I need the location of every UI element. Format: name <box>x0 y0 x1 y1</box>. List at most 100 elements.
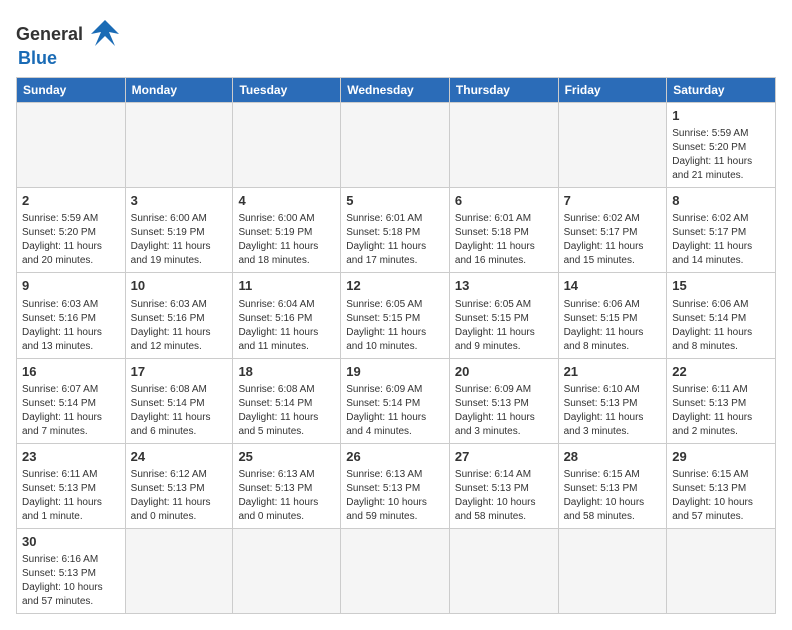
calendar-cell: 10 Sunrise: 6:03 AMSunset: 5:16 PMDayligh… <box>125 273 233 358</box>
calendar-cell <box>449 528 558 613</box>
weekday-header-wednesday: Wednesday <box>341 78 450 103</box>
calendar-body: 1 Sunrise: 5:59 AMSunset: 5:20 PMDaylight… <box>17 103 776 614</box>
day-number: 11 <box>238 277 335 295</box>
weekday-header-sunday: Sunday <box>17 78 126 103</box>
calendar-cell: 16 Sunrise: 6:07 AMSunset: 5:14 PMDayligh… <box>17 358 126 443</box>
calendar-cell <box>558 528 667 613</box>
day-number: 8 <box>672 192 770 210</box>
day-number: 15 <box>672 277 770 295</box>
day-number: 27 <box>455 448 553 466</box>
calendar-cell <box>341 103 450 188</box>
day-number: 5 <box>346 192 444 210</box>
day-info: Sunrise: 6:14 AMSunset: 5:13 PMDaylight:… <box>455 468 553 524</box>
day-info: Sunrise: 6:03 AMSunset: 5:16 PMDaylight:… <box>22 298 120 354</box>
day-info: Sunrise: 6:05 AMSunset: 5:15 PMDaylight:… <box>346 298 444 354</box>
day-info: Sunrise: 6:08 AMSunset: 5:14 PMDaylight:… <box>238 383 335 439</box>
day-info: Sunrise: 5:59 AMSunset: 5:20 PMDaylight:… <box>672 127 770 183</box>
day-number: 25 <box>238 448 335 466</box>
weekday-header-tuesday: Tuesday <box>233 78 341 103</box>
day-info: Sunrise: 6:03 AMSunset: 5:16 PMDaylight:… <box>131 298 228 354</box>
day-info: Sunrise: 6:09 AMSunset: 5:13 PMDaylight:… <box>455 383 553 439</box>
calendar-cell: 4 Sunrise: 6:00 AMSunset: 5:19 PMDaylight… <box>233 188 341 273</box>
day-info: Sunrise: 6:01 AMSunset: 5:18 PMDaylight:… <box>346 212 444 268</box>
calendar-cell: 9 Sunrise: 6:03 AMSunset: 5:16 PMDaylight… <box>17 273 126 358</box>
calendar-cell: 30 Sunrise: 6:16 AMSunset: 5:13 PMDayligh… <box>17 528 126 613</box>
calendar-cell: 6 Sunrise: 6:01 AMSunset: 5:18 PMDaylight… <box>449 188 558 273</box>
day-info: Sunrise: 5:59 AMSunset: 5:20 PMDaylight:… <box>22 212 120 268</box>
week-row-2: 2 Sunrise: 5:59 AMSunset: 5:20 PMDaylight… <box>17 188 776 273</box>
calendar-cell: 28Sunrise: 6:15 AMSunset: 5:13 PMDayligh… <box>558 443 667 528</box>
calendar-cell: 25 Sunrise: 6:13 AMSunset: 5:13 PMDayligh… <box>233 443 341 528</box>
day-number: 12 <box>346 277 444 295</box>
calendar-cell: 11 Sunrise: 6:04 AMSunset: 5:16 PMDayligh… <box>233 273 341 358</box>
calendar-cell <box>667 528 776 613</box>
calendar-cell <box>449 103 558 188</box>
calendar-cell: 19Sunrise: 6:09 AMSunset: 5:14 PMDayligh… <box>341 358 450 443</box>
logo-bird-icon <box>87 16 123 52</box>
day-info: Sunrise: 6:16 AMSunset: 5:13 PMDaylight:… <box>22 553 120 609</box>
calendar-cell: 20Sunrise: 6:09 AMSunset: 5:13 PMDayligh… <box>449 358 558 443</box>
weekday-header-row: SundayMondayTuesdayWednesdayThursdayFrid… <box>17 78 776 103</box>
day-info: Sunrise: 6:07 AMSunset: 5:14 PMDaylight:… <box>22 383 120 439</box>
day-number: 29 <box>672 448 770 466</box>
calendar-cell: 23 Sunrise: 6:11 AMSunset: 5:13 PMDayligh… <box>17 443 126 528</box>
day-info: Sunrise: 6:09 AMSunset: 5:14 PMDaylight:… <box>346 383 444 439</box>
day-number: 6 <box>455 192 553 210</box>
week-row-4: 16 Sunrise: 6:07 AMSunset: 5:14 PMDayligh… <box>17 358 776 443</box>
day-info: Sunrise: 6:04 AMSunset: 5:16 PMDaylight:… <box>238 298 335 354</box>
day-number: 16 <box>22 363 120 381</box>
weekday-header-saturday: Saturday <box>667 78 776 103</box>
day-number: 13 <box>455 277 553 295</box>
day-number: 18 <box>238 363 335 381</box>
week-row-1: 1 Sunrise: 5:59 AMSunset: 5:20 PMDaylight… <box>17 103 776 188</box>
day-number: 10 <box>131 277 228 295</box>
calendar-cell <box>125 103 233 188</box>
day-number: 4 <box>238 192 335 210</box>
day-info: Sunrise: 6:05 AMSunset: 5:15 PMDaylight:… <box>455 298 553 354</box>
calendar-cell <box>558 103 667 188</box>
calendar-cell: 14Sunrise: 6:06 AMSunset: 5:15 PMDayligh… <box>558 273 667 358</box>
week-row-3: 9 Sunrise: 6:03 AMSunset: 5:16 PMDaylight… <box>17 273 776 358</box>
week-row-5: 23 Sunrise: 6:11 AMSunset: 5:13 PMDayligh… <box>17 443 776 528</box>
day-number: 17 <box>131 363 228 381</box>
day-number: 30 <box>22 533 120 551</box>
calendar-cell: 18 Sunrise: 6:08 AMSunset: 5:14 PMDayligh… <box>233 358 341 443</box>
calendar-cell: 8 Sunrise: 6:02 AMSunset: 5:17 PMDaylight… <box>667 188 776 273</box>
day-info: Sunrise: 6:13 AMSunset: 5:13 PMDaylight:… <box>238 468 335 524</box>
calendar-cell: 13 Sunrise: 6:05 AMSunset: 5:15 PMDayligh… <box>449 273 558 358</box>
day-number: 7 <box>564 192 662 210</box>
day-number: 24 <box>131 448 228 466</box>
day-number: 9 <box>22 277 120 295</box>
day-info: Sunrise: 6:02 AMSunset: 5:17 PMDaylight:… <box>672 212 770 268</box>
calendar-cell <box>341 528 450 613</box>
calendar-header: SundayMondayTuesdayWednesdayThursdayFrid… <box>17 78 776 103</box>
logo-wordmark: General <box>16 24 83 45</box>
day-info: Sunrise: 6:10 AMSunset: 5:13 PMDaylight:… <box>564 383 662 439</box>
calendar-cell: 27 Sunrise: 6:14 AMSunset: 5:13 PMDayligh… <box>449 443 558 528</box>
calendar-cell: 12 Sunrise: 6:05 AMSunset: 5:15 PMDayligh… <box>341 273 450 358</box>
week-row-6: 30 Sunrise: 6:16 AMSunset: 5:13 PMDayligh… <box>17 528 776 613</box>
logo-text-block: General Blue <box>16 16 123 69</box>
day-info: Sunrise: 6:01 AMSunset: 5:18 PMDaylight:… <box>455 212 553 268</box>
day-number: 21 <box>564 363 662 381</box>
weekday-header-thursday: Thursday <box>449 78 558 103</box>
day-number: 3 <box>131 192 228 210</box>
day-number: 2 <box>22 192 120 210</box>
calendar-cell: 7Sunrise: 6:02 AMSunset: 5:17 PMDaylight… <box>558 188 667 273</box>
day-info: Sunrise: 6:13 AMSunset: 5:13 PMDaylight:… <box>346 468 444 524</box>
calendar-cell: 29 Sunrise: 6:15 AMSunset: 5:13 PMDayligh… <box>667 443 776 528</box>
calendar-cell <box>125 528 233 613</box>
day-info: Sunrise: 6:11 AMSunset: 5:13 PMDaylight:… <box>22 468 120 524</box>
logo: General Blue <box>16 16 123 69</box>
weekday-header-monday: Monday <box>125 78 233 103</box>
day-number: 23 <box>22 448 120 466</box>
day-info: Sunrise: 6:15 AMSunset: 5:13 PMDaylight:… <box>672 468 770 524</box>
calendar-cell: 22Sunrise: 6:11 AMSunset: 5:13 PMDayligh… <box>667 358 776 443</box>
day-number: 1 <box>672 107 770 125</box>
calendar-cell: 1 Sunrise: 5:59 AMSunset: 5:20 PMDaylight… <box>667 103 776 188</box>
day-info: Sunrise: 6:08 AMSunset: 5:14 PMDaylight:… <box>131 383 228 439</box>
day-info: Sunrise: 6:15 AMSunset: 5:13 PMDaylight:… <box>564 468 662 524</box>
calendar-cell: 15Sunrise: 6:06 AMSunset: 5:14 PMDayligh… <box>667 273 776 358</box>
day-info: Sunrise: 6:00 AMSunset: 5:19 PMDaylight:… <box>238 212 335 268</box>
day-number: 26 <box>346 448 444 466</box>
